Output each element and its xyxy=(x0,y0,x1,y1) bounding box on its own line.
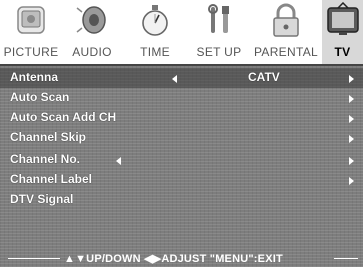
menu-item-label: Channel Skip xyxy=(10,130,87,144)
tab-setup[interactable]: SET UP xyxy=(188,0,250,64)
arrow-right-icon[interactable] xyxy=(349,157,354,165)
picture-icon xyxy=(11,2,51,40)
lock-icon xyxy=(266,2,306,40)
tools-icon xyxy=(199,2,239,40)
tab-picture[interactable]: PICTURE xyxy=(0,0,62,64)
arrow-right-icon[interactable] xyxy=(349,75,354,83)
menu-item-label: Channel No. xyxy=(10,152,81,166)
stopwatch-icon xyxy=(135,2,175,40)
menu-item-label: Auto Scan Add CH xyxy=(10,110,117,124)
menu-tab-bar: PICTURE AUDIO TIME SET UP PARENTAL TV xyxy=(0,0,363,64)
arrow-right-icon[interactable] xyxy=(349,115,354,123)
menu-item-label: Auto Scan xyxy=(10,90,70,104)
tab-label: TV xyxy=(334,45,351,59)
menu-item-auto-scan-add-ch[interactable]: Auto Scan Add CH xyxy=(0,108,363,128)
menu-item-channel-no[interactable]: Channel No. xyxy=(0,150,363,170)
tab-label: AUDIO xyxy=(72,45,112,59)
menu-item-auto-scan[interactable]: Auto Scan xyxy=(0,88,363,108)
tab-parental[interactable]: PARENTAL xyxy=(250,0,322,64)
tab-label: SET UP xyxy=(196,45,242,59)
tab-label: PARENTAL xyxy=(254,45,318,59)
tab-label: PICTURE xyxy=(3,45,59,59)
menu-item-dtv-signal[interactable]: DTV Signal xyxy=(0,190,363,210)
arrow-right-icon[interactable] xyxy=(349,95,354,103)
menu-item-label: DTV Signal xyxy=(10,192,74,206)
tab-audio[interactable]: AUDIO xyxy=(62,0,122,64)
arrow-right-icon[interactable] xyxy=(349,177,354,185)
antenna-value: CATV xyxy=(248,70,280,84)
arrow-left-icon[interactable] xyxy=(172,75,177,83)
tab-label: TIME xyxy=(140,45,170,59)
menu-item-label: Channel Label xyxy=(10,172,93,186)
menu-item-antenna[interactable]: Antenna CATV xyxy=(0,68,363,88)
menu-item-channel-label[interactable]: Channel Label xyxy=(0,170,363,190)
arrow-right-icon[interactable] xyxy=(349,135,354,143)
divider xyxy=(8,258,60,259)
menu-item-label: Antenna xyxy=(10,70,58,84)
tv-icon xyxy=(323,1,363,40)
tab-tv[interactable]: TV xyxy=(322,0,363,64)
menu-item-channel-skip[interactable]: Channel Skip xyxy=(0,128,363,148)
divider xyxy=(334,258,358,259)
speaker-icon xyxy=(72,2,112,40)
tv-settings-panel: Antenna CATV Auto Scan Auto Scan Add CH … xyxy=(0,64,363,267)
arrow-left-icon[interactable] xyxy=(116,157,121,165)
navigation-hint-bar: ▲▼UP/DOWN ◀▶ADJUST "MENU":EXIT xyxy=(0,252,363,265)
tab-time[interactable]: TIME xyxy=(122,0,188,64)
navigation-hint: ▲▼UP/DOWN ◀▶ADJUST "MENU":EXIT xyxy=(64,253,283,265)
